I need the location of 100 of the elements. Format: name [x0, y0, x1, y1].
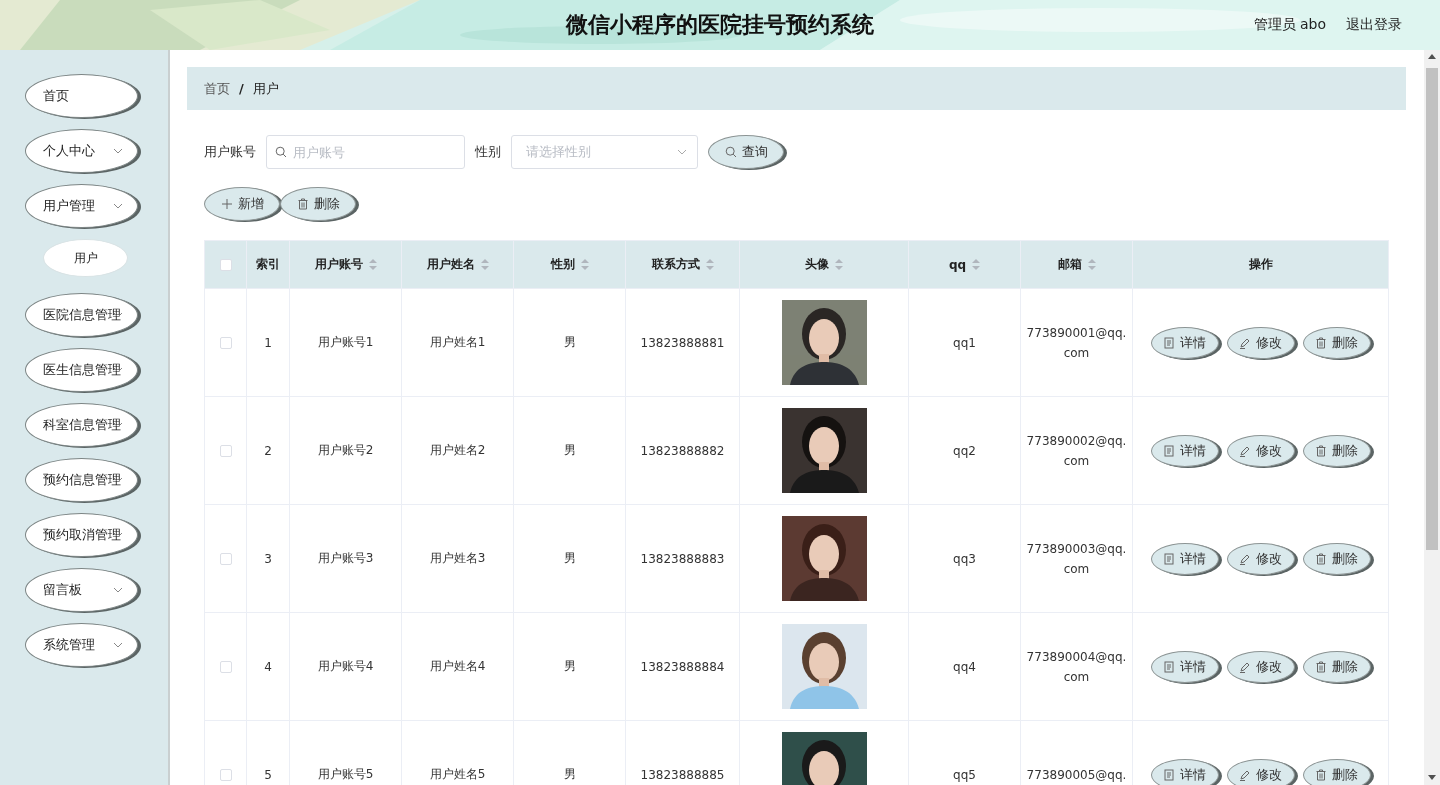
pencil-icon — [1239, 768, 1251, 781]
logout-link[interactable]: 退出登录 — [1346, 16, 1402, 34]
detail-button[interactable]: 详情 — [1150, 758, 1219, 785]
detail-button[interactable]: 详情 — [1150, 326, 1219, 359]
pencil-icon — [1239, 444, 1251, 457]
sort-icon[interactable] — [705, 259, 714, 270]
chevron-icon — [113, 532, 123, 538]
column-header: qq — [948, 257, 967, 272]
menu-item[interactable]: 用户管理 — [25, 184, 138, 228]
table-cell: 男 — [563, 551, 576, 565]
detail-button[interactable]: 详情 — [1150, 650, 1219, 683]
table-cell: 13823888884 — [640, 659, 725, 674]
table-cell: 用户姓名3 — [429, 551, 486, 565]
table-cell: 男 — [563, 767, 576, 781]
table-cell: 2 — [264, 443, 272, 458]
sort-icon[interactable] — [835, 259, 843, 270]
table-cell: 用户账号5 — [317, 767, 374, 781]
table-cell: 男 — [563, 335, 576, 349]
menu-item[interactable]: 系统管理 — [25, 623, 138, 667]
chevron-icon — [677, 149, 687, 155]
edit-button[interactable]: 修改 — [1226, 326, 1295, 359]
breadcrumb-link[interactable]: 首页 — [204, 79, 230, 98]
table-cell-text: 773890004@qq.com — [1025, 648, 1128, 686]
account-search-field[interactable]: 用户账号 — [266, 135, 465, 169]
chevron-icon — [113, 148, 123, 154]
menu-item[interactable]: 个人中心 — [25, 129, 138, 173]
table-cell: 用户姓名5 — [429, 767, 486, 781]
sort-icon[interactable] — [480, 259, 489, 270]
chevron-icon — [113, 312, 123, 318]
submenu-item[interactable]: 用户 — [43, 239, 128, 277]
edit-button[interactable]: 修改 — [1226, 434, 1295, 467]
table-cell: 13823888885 — [640, 767, 725, 782]
edit-button[interactable]: 修改 — [1226, 542, 1295, 575]
menu-item[interactable]: 首页 — [25, 74, 138, 118]
trash-icon — [1315, 660, 1327, 673]
table-cell-text: 773890003@qq.com — [1025, 540, 1128, 578]
table-cell-text: 773890001@qq.com — [1025, 324, 1128, 362]
detail-button[interactable]: 详情 — [1150, 434, 1219, 467]
column-header: 操作 — [1248, 256, 1273, 273]
add-button[interactable]: 新增 — [204, 187, 280, 221]
field-label: 用户账号 — [204, 143, 256, 161]
checkbox[interactable] — [219, 553, 232, 565]
app-title: 微信小程序的医院挂号预约系统 — [566, 11, 874, 39]
table-cell: qq3 — [953, 551, 976, 566]
field-label: 性别 — [475, 143, 501, 161]
table-cell: 用户账号4 — [317, 659, 374, 673]
sort-icon[interactable] — [972, 259, 981, 270]
query-button[interactable]: 查询 — [708, 135, 784, 169]
document-icon — [1163, 552, 1175, 565]
delete-button[interactable]: 删除 — [280, 187, 356, 221]
table-cell: qq4 — [953, 659, 976, 674]
checkbox[interactable] — [219, 769, 232, 781]
sort-icon[interactable] — [1087, 259, 1096, 270]
table-cell: 用户账号1 — [317, 335, 374, 349]
sort-icon[interactable] — [580, 259, 589, 270]
breadcrumb-separator: / — [239, 81, 244, 96]
chevron-icon — [113, 422, 123, 428]
detail-button[interactable]: 详情 — [1150, 542, 1219, 575]
table-cell: qq1 — [953, 335, 976, 350]
plus-icon — [220, 198, 233, 210]
delete-button[interactable]: 删除 — [1302, 758, 1371, 785]
table-cell: 13823888881 — [640, 335, 725, 350]
table-cell: 13823888882 — [640, 443, 725, 458]
table-cell: 5 — [264, 767, 272, 782]
trash-icon — [1315, 552, 1327, 565]
chevron-icon — [113, 642, 123, 648]
menu-item[interactable]: 留言板 — [25, 568, 138, 612]
pencil-icon — [1239, 660, 1251, 673]
column-header: 邮箱 — [1057, 256, 1082, 273]
pencil-icon — [1239, 552, 1251, 565]
column-header: 用户姓名 — [426, 256, 475, 273]
delete-button[interactable]: 删除 — [1302, 326, 1371, 359]
table-cell: 1 — [264, 335, 272, 350]
table-cell: 用户账号3 — [317, 551, 374, 565]
column-header: 联系方式 — [651, 256, 700, 273]
table-cell: 13823888883 — [640, 551, 725, 566]
table-cell: 男 — [563, 659, 576, 673]
table-cell: qq5 — [953, 767, 976, 782]
delete-button[interactable]: 删除 — [1302, 542, 1371, 575]
checkbox[interactable] — [219, 337, 232, 349]
sort-icon[interactable] — [368, 259, 377, 270]
document-icon — [1163, 660, 1175, 673]
edit-button[interactable]: 修改 — [1226, 758, 1295, 785]
delete-button[interactable]: 删除 — [1302, 434, 1371, 467]
table-cell: 用户姓名2 — [429, 443, 486, 457]
search-icon — [724, 146, 737, 158]
pencil-icon — [1239, 336, 1251, 349]
checkbox[interactable] — [219, 661, 232, 673]
chevron-icon — [113, 477, 123, 483]
trash-icon — [296, 198, 309, 210]
table-cell-text: 773890005@qq. — [1025, 766, 1128, 784]
chevron-icon — [113, 587, 123, 593]
checkbox[interactable] — [219, 259, 232, 271]
document-icon — [1163, 768, 1175, 781]
delete-button[interactable]: 删除 — [1302, 650, 1371, 683]
edit-button[interactable]: 修改 — [1226, 650, 1295, 683]
breadcrumb-link[interactable]: 用户 — [252, 79, 279, 98]
checkbox[interactable] — [219, 445, 232, 457]
scrollbar[interactable] — [1424, 50, 1440, 785]
user-name: 管理员 abo — [1253, 16, 1326, 34]
